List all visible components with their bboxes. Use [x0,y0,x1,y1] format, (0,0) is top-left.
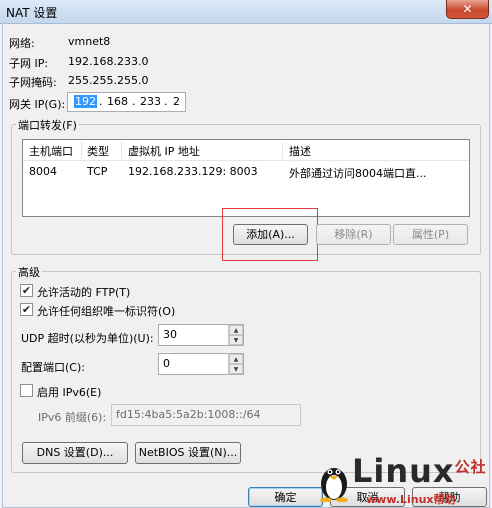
check-icon: ✔ [21,303,32,316]
ipv6-prefix-value: fd15:4ba5:5a2b:1008::/64 [116,408,261,421]
allow-ftp-checkbox[interactable]: ✔ [20,284,33,297]
gateway-ip-input[interactable]: 192 . 168 . 233 . 2 [67,92,186,112]
gateway-octet-1: 192 [74,95,97,108]
gateway-octet-4: 2 [173,95,180,108]
port-forwarding-list[interactable]: 主机端口 类型 虚拟机 IP 地址 描述 8004 TCP 192.168.23… [22,139,470,217]
watermark-brand: Linux公社 [352,452,487,490]
config-port-stepper[interactable]: 0 ▲ ▼ [158,353,244,375]
window-title: NAT 设置 [6,6,58,20]
allow-oui-label[interactable]: 允许任何组织唯一标识符(O) [37,303,175,319]
remove-button[interactable]: 移除(R) [316,224,391,245]
allow-oui-checkbox[interactable]: ✔ [20,303,33,316]
enable-ipv6-label[interactable]: 启用 IPv6(E) [37,384,101,400]
netbios-settings-button[interactable]: NetBIOS 设置(N)... [135,442,241,464]
column-header[interactable]: 主机端口 [29,143,73,159]
list-header: 主机端口 类型 虚拟机 IP 地址 描述 [23,140,469,161]
subnet-mask-value: 255.255.255.0 [68,74,149,87]
enable-ipv6-checkbox[interactable] [20,384,33,397]
table-row[interactable]: 8004 TCP 192.168.233.129: 8003 外部通过访问800… [23,165,469,183]
column-header[interactable]: 虚拟机 IP 地址 [128,143,200,159]
ipv6-prefix-label: IPv6 前缀(6): [38,411,107,424]
tux-penguin-icon [320,468,348,502]
subnet-mask-label: 子网掩码: [9,76,57,89]
subnet-ip-label: 子网 IP: [9,57,49,70]
gateway-octet-3: 233 [140,95,161,108]
cell-type: TCP [87,165,108,178]
allow-ftp-label[interactable]: 允许活动的 FTP(T) [37,284,130,300]
gateway-octet-2: 168 [107,95,128,108]
ipv6-prefix-input[interactable]: fd15:4ba5:5a2b:1008::/64 [111,404,301,426]
spin-down-icon[interactable]: ▼ [229,335,243,345]
column-header[interactable]: 类型 [87,143,109,159]
subnet-ip-value: 192.168.233.0 [68,55,149,68]
properties-button[interactable]: 属性(P) [393,224,468,245]
config-port-label: 配置端口(C): [21,361,85,374]
ok-button[interactable]: 确定 [248,487,323,507]
spin-up-icon[interactable]: ▲ [229,325,243,335]
network-label: 网络: [9,37,35,50]
close-icon[interactable]: ✕ [446,0,489,19]
gateway-label: 网关 IP(G): [9,98,66,111]
dns-settings-button[interactable]: DNS 设置(D)... [22,442,128,464]
check-icon: ✔ [21,284,32,297]
udp-timeout-value: 30 [163,328,177,341]
network-value: vmnet8 [68,35,111,48]
watermark-url: www.Linux帮助 [366,493,456,506]
add-button[interactable]: 添加(A)... [233,224,308,245]
cell-vm-ip: 192.168.233.129: 8003 [128,165,258,178]
config-port-value: 0 [163,357,170,370]
udp-timeout-stepper[interactable]: 30 ▲ ▼ [158,324,244,346]
port-forwarding-title: 端口转发(F) [16,117,79,133]
advanced-title: 高级 [16,264,42,280]
spin-down-icon[interactable]: ▼ [229,364,243,374]
udp-timeout-label: UDP 超时(以秒为单位)(U): [21,332,154,345]
spin-up-icon[interactable]: ▲ [229,354,243,364]
cell-description: 外部通过访问8004端口直... [289,167,427,180]
column-header[interactable]: 描述 [289,143,311,159]
cell-host-port: 8004 [29,165,57,178]
title-bar[interactable]: NAT 设置 [0,0,492,24]
